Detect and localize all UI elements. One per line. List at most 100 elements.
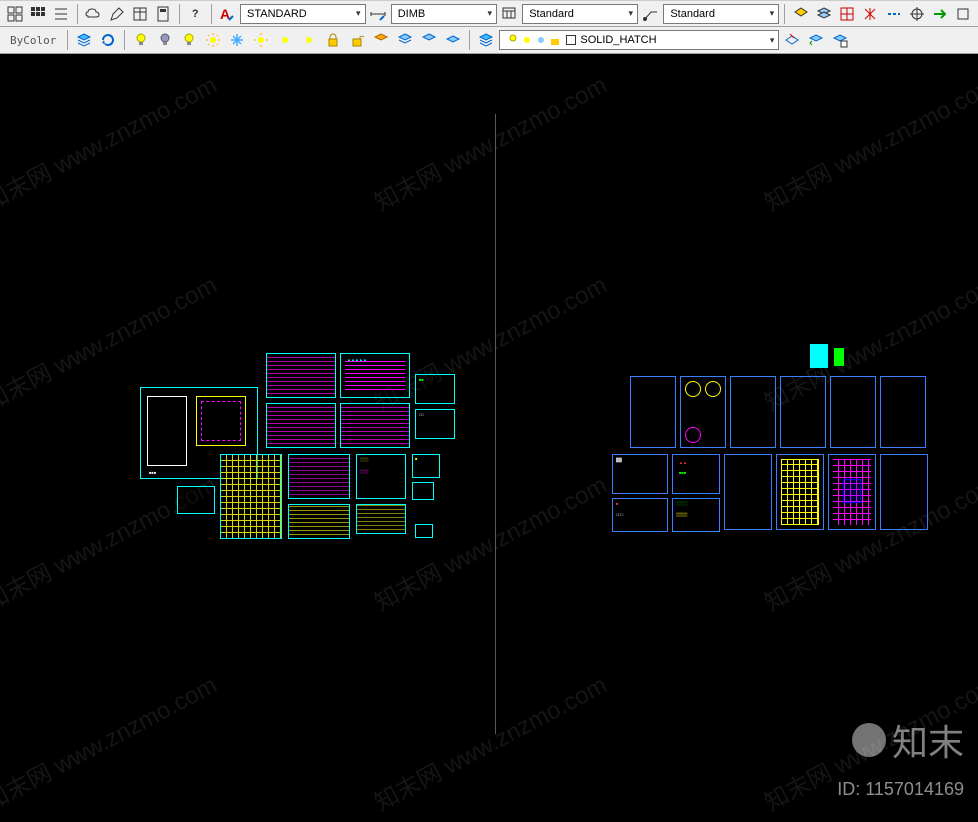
- btn-mleaderstyle[interactable]: [640, 3, 661, 25]
- dim-icon: [370, 6, 386, 22]
- btn-tool4[interactable]: [152, 3, 173, 25]
- drawing-sheet: [828, 454, 876, 530]
- btn-unlock[interactable]: [346, 29, 368, 51]
- separator: [784, 4, 785, 24]
- toolbar-layers-row: ByColor SOLID_HATCH ▾: [0, 27, 978, 54]
- cloud-icon: [85, 6, 101, 22]
- btn-layer-e[interactable]: [883, 3, 904, 25]
- btn-layer-h[interactable]: [953, 3, 974, 25]
- btn-sun1[interactable]: [202, 29, 224, 51]
- sun-icon: [253, 32, 269, 48]
- layer-state-icon: [832, 32, 848, 48]
- btn-tool2[interactable]: [106, 3, 127, 25]
- table-style-combo[interactable]: Standard▾: [522, 4, 638, 24]
- layers-icon: [445, 32, 461, 48]
- btn-layer-b[interactable]: [813, 3, 834, 25]
- drawing-legend: [834, 348, 844, 366]
- drawing-sheet: [830, 376, 876, 448]
- btn-refresh[interactable]: [97, 29, 119, 51]
- drawing-sheet: □□: [415, 409, 455, 439]
- btn-layers3[interactable]: [418, 29, 440, 51]
- btn-layers4[interactable]: [442, 29, 464, 51]
- btn-tablestyle[interactable]: [499, 3, 520, 25]
- chevron-down-icon: ▾: [770, 8, 775, 19]
- btn-list[interactable]: [50, 3, 71, 25]
- mleader-style-combo[interactable]: Standard ▾: [663, 4, 779, 24]
- brand-watermark: 知末: [852, 714, 964, 766]
- btn-layer-f[interactable]: [906, 3, 927, 25]
- btn-textstyle[interactable]: A: [217, 3, 238, 25]
- btn-bulb1[interactable]: [130, 29, 152, 51]
- btn-layers2[interactable]: [394, 29, 416, 51]
- drawing-sheet: [356, 504, 406, 534]
- btn-layertool1[interactable]: [781, 29, 803, 51]
- btn-layer-d[interactable]: [860, 3, 881, 25]
- layer-color-swatch: [566, 35, 576, 45]
- drawing-legend: [810, 344, 828, 368]
- btn-layer-a[interactable]: [790, 3, 811, 25]
- chevron-down-icon: ▾: [770, 35, 775, 46]
- bulb-off-icon: [157, 32, 173, 48]
- btn-sun4[interactable]: [298, 29, 320, 51]
- btn-dimstyle[interactable]: [368, 3, 389, 25]
- drawing-sheet: [724, 454, 772, 530]
- drawing-sheet: ░░░▒▒▒: [356, 454, 406, 499]
- dash-icon: [886, 6, 902, 22]
- drawing-sheet: [680, 376, 726, 448]
- watermark-text: 知末网 www.znzmo.com: [757, 65, 978, 217]
- box-icon: [955, 6, 971, 22]
- sun-icon: [205, 32, 221, 48]
- pencil-icon: [109, 6, 125, 22]
- btn-bulb-off[interactable]: [154, 29, 176, 51]
- text-style-combo[interactable]: STANDARD▾: [240, 4, 365, 24]
- separator: [124, 30, 125, 50]
- layers-icon: [373, 32, 389, 48]
- drawing-sheet: [880, 454, 928, 530]
- btn-layerprop[interactable]: [475, 29, 497, 51]
- btn-layertool2[interactable]: [805, 29, 827, 51]
- drawing-sheet: ▲▲▲▲▲: [340, 353, 410, 398]
- id-watermark: ID: 1157014169: [837, 779, 964, 800]
- btn-sun2[interactable]: [250, 29, 272, 51]
- btn-layer-g[interactable]: [930, 3, 951, 25]
- btn-layerstack[interactable]: [73, 29, 95, 51]
- layer-combo[interactable]: SOLID_HATCH ▾: [499, 30, 779, 50]
- calc-icon: [155, 6, 171, 22]
- btn-grid2[interactable]: [27, 3, 48, 25]
- btn-tool3[interactable]: [129, 3, 150, 25]
- btn-layer-c[interactable]: [837, 3, 858, 25]
- lock-icon: [325, 32, 341, 48]
- layers-icon: [478, 32, 494, 48]
- btn-lock[interactable]: [322, 29, 344, 51]
- drawing-sheet: [880, 376, 926, 448]
- watermark-text: 知末网 www.znzmo.com: [367, 65, 612, 217]
- drawing-sheet: [288, 504, 350, 539]
- unlock-icon: [349, 32, 365, 48]
- dim-style-value: DIMB: [398, 8, 426, 20]
- viewport-divider: [495, 114, 496, 734]
- sun-icon: [301, 32, 317, 48]
- btn-grid1[interactable]: [4, 3, 25, 25]
- bulb-icon: [506, 33, 520, 47]
- btn-sun3[interactable]: [274, 29, 296, 51]
- chevron-down-icon: ▾: [487, 8, 492, 19]
- dim-style-combo[interactable]: DIMB ▾: [391, 4, 497, 24]
- btn-layertool3[interactable]: [829, 29, 851, 51]
- drawing-sheet: ■: [412, 454, 440, 478]
- drawing-content: [196, 396, 246, 446]
- brand-logo-icon: [852, 723, 886, 757]
- drawing-sheet: [730, 376, 776, 448]
- drawing-canvas[interactable]: 知末网 www.znzmo.com 知末网 www.znzmo.com 知末网 …: [0, 54, 978, 820]
- btn-help[interactable]: ?: [185, 3, 206, 25]
- btn-bulb2[interactable]: [178, 29, 200, 51]
- btn-layers1[interactable]: [370, 29, 392, 51]
- drawing-sheet: [220, 454, 282, 539]
- grid-icon: [7, 6, 23, 22]
- drawing-content: [147, 396, 187, 466]
- layers-icon: [793, 6, 809, 22]
- btn-tool1[interactable]: [83, 3, 104, 25]
- drawing-sheet: [340, 403, 410, 448]
- leader-icon: [643, 6, 659, 22]
- mleader-style-value: Standard: [670, 8, 715, 20]
- btn-freeze[interactable]: [226, 29, 248, 51]
